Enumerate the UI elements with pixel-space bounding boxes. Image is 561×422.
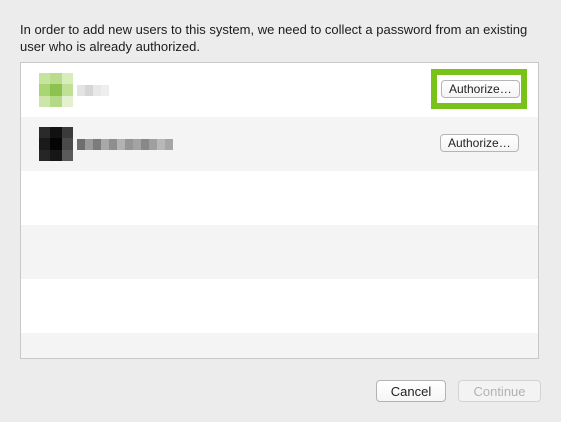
empty-row-6 bbox=[21, 333, 538, 358]
user-name-1 bbox=[77, 85, 109, 96]
user-avatar-1 bbox=[39, 73, 73, 107]
user-row-2[interactable]: Authorize… bbox=[21, 117, 538, 171]
authorize-button-2[interactable]: Authorize… bbox=[440, 134, 519, 152]
dialog-message: In order to add new users to this system… bbox=[20, 22, 528, 54]
authorize-button-1[interactable]: Authorize… bbox=[441, 80, 520, 98]
empty-row-3 bbox=[21, 171, 538, 225]
cancel-button[interactable]: Cancel bbox=[376, 380, 446, 402]
user-name-2 bbox=[77, 139, 173, 150]
user-list: Authorize… Authorize… bbox=[20, 62, 539, 359]
empty-row-4 bbox=[21, 225, 538, 279]
user-avatar-2 bbox=[39, 127, 73, 161]
continue-button[interactable]: Continue bbox=[458, 380, 541, 402]
empty-row-5 bbox=[21, 279, 538, 333]
user-row-1[interactable]: Authorize… bbox=[21, 63, 538, 117]
